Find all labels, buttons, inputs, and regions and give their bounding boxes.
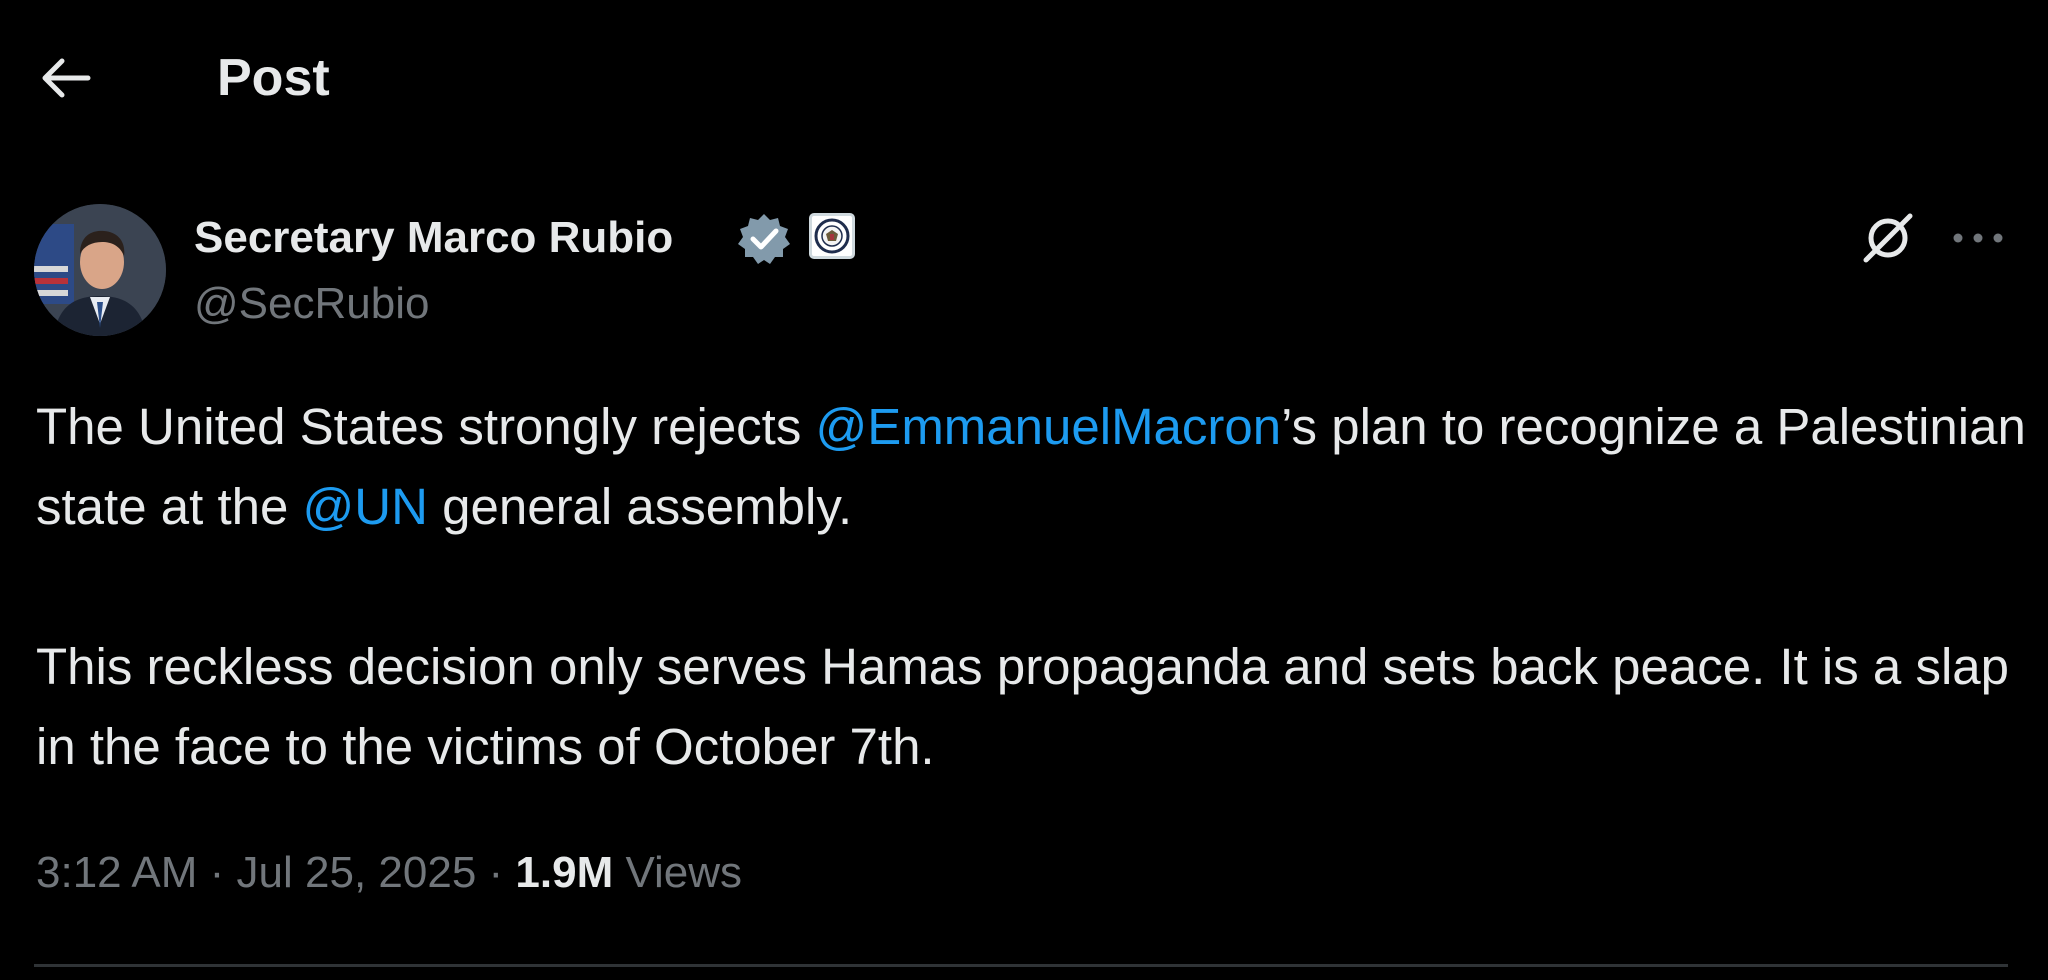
author-display-name[interactable]: Secretary Marco Rubio <box>194 210 673 266</box>
grok-icon[interactable] <box>1858 208 1918 268</box>
separator-dot: · <box>476 848 516 897</box>
views-count[interactable]: 1.9M <box>515 848 613 897</box>
divider <box>34 964 2008 967</box>
page-title: Post <box>217 49 330 107</box>
views-label[interactable]: Views <box>613 848 742 897</box>
tweet-date[interactable]: Jul 25, 2025 <box>237 848 477 897</box>
verified-badge-icon[interactable] <box>737 212 791 266</box>
tweet-time[interactable]: 3:12 AM <box>36 848 197 897</box>
more-dots-icon[interactable] <box>1948 210 2008 266</box>
top-bar: Post <box>0 0 2048 160</box>
state-department-seal-icon[interactable] <box>809 213 855 259</box>
tweet-meta: 3:12 AM · Jul 25, 2025 · 1.9M Views <box>36 842 742 904</box>
tweet-text-segment: general assembly. <box>427 478 853 535</box>
avatar[interactable] <box>34 204 166 336</box>
tweet-paragraph-1: The United States strongly rejects @Emma… <box>36 387 2026 547</box>
tweet-text: The United States strongly rejects @Emma… <box>36 387 2026 787</box>
tweet-paragraph-2: This reckless decision only serves Hamas… <box>36 638 2010 775</box>
author-handle[interactable]: @SecRubio <box>194 276 429 332</box>
back-arrow-icon[interactable] <box>36 48 96 108</box>
mention-emmanuel-macron[interactable]: @EmmanuelMacron <box>816 398 1282 455</box>
mention-un[interactable]: @UN <box>303 478 428 535</box>
tweet-text-segment: The United States strongly rejects <box>36 398 816 455</box>
separator-dot: · <box>197 848 237 897</box>
